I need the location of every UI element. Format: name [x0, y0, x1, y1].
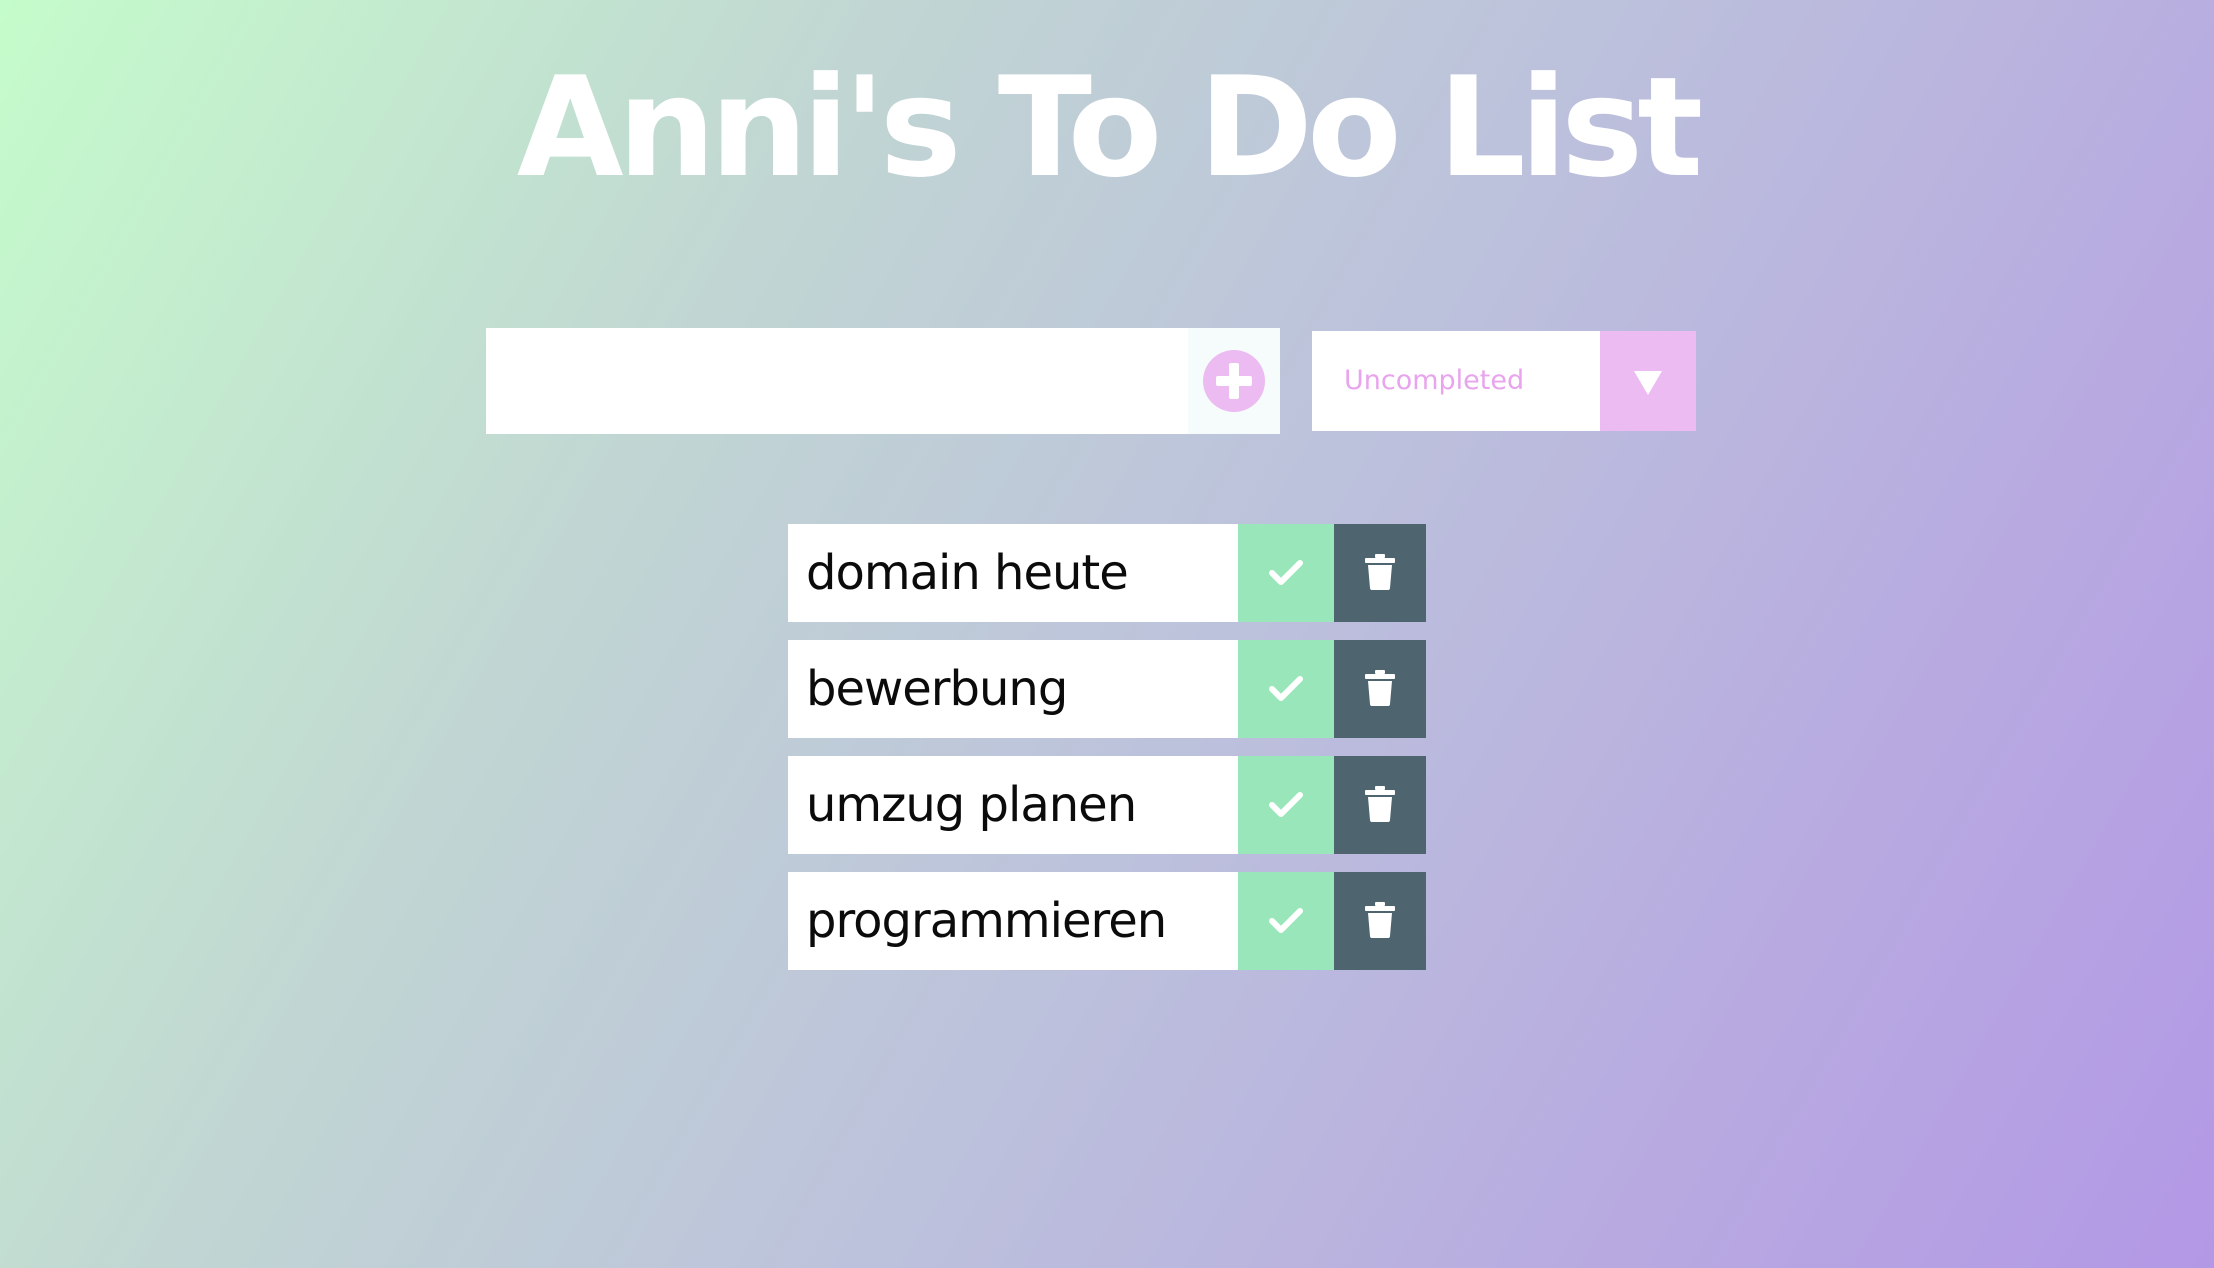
complete-button[interactable] — [1238, 872, 1334, 970]
complete-button[interactable] — [1238, 524, 1334, 622]
todo-text: bewerbung — [806, 661, 1068, 717]
trash-icon — [1365, 670, 1395, 706]
todo-form — [486, 328, 1280, 434]
todo-list: domain heute bewerbung umzug planen prog… — [788, 524, 1426, 988]
todo-item: bewerbung — [788, 640, 1426, 738]
trash-icon — [1365, 786, 1395, 822]
todo-item: umzug planen — [788, 756, 1426, 854]
complete-button[interactable] — [1238, 640, 1334, 738]
todo-text: programmieren — [806, 893, 1167, 949]
todo-input[interactable] — [486, 328, 1186, 434]
check-icon — [1269, 792, 1303, 817]
check-icon — [1269, 560, 1303, 585]
delete-button[interactable] — [1334, 872, 1426, 970]
trash-icon — [1365, 554, 1395, 590]
page-title: Anni's To Do List — [516, 47, 1703, 208]
check-icon — [1269, 676, 1303, 701]
todo-item: domain heute — [788, 524, 1426, 622]
plus-circle-icon — [1203, 350, 1265, 412]
todo-text: umzug planen — [806, 777, 1137, 833]
todo-item: programmieren — [788, 872, 1426, 970]
delete-button[interactable] — [1334, 524, 1426, 622]
add-todo-button[interactable] — [1188, 328, 1280, 434]
filter-selected-value: Uncompleted — [1344, 365, 1525, 396]
filter-select[interactable]: Uncompleted — [1312, 331, 1696, 431]
delete-button[interactable] — [1334, 756, 1426, 854]
caret-down-icon — [1634, 371, 1662, 395]
trash-icon — [1365, 902, 1395, 938]
check-icon — [1269, 908, 1303, 933]
filter-dropdown-button[interactable] — [1600, 331, 1696, 431]
complete-button[interactable] — [1238, 756, 1334, 854]
delete-button[interactable] — [1334, 640, 1426, 738]
todo-text: domain heute — [806, 545, 1129, 601]
